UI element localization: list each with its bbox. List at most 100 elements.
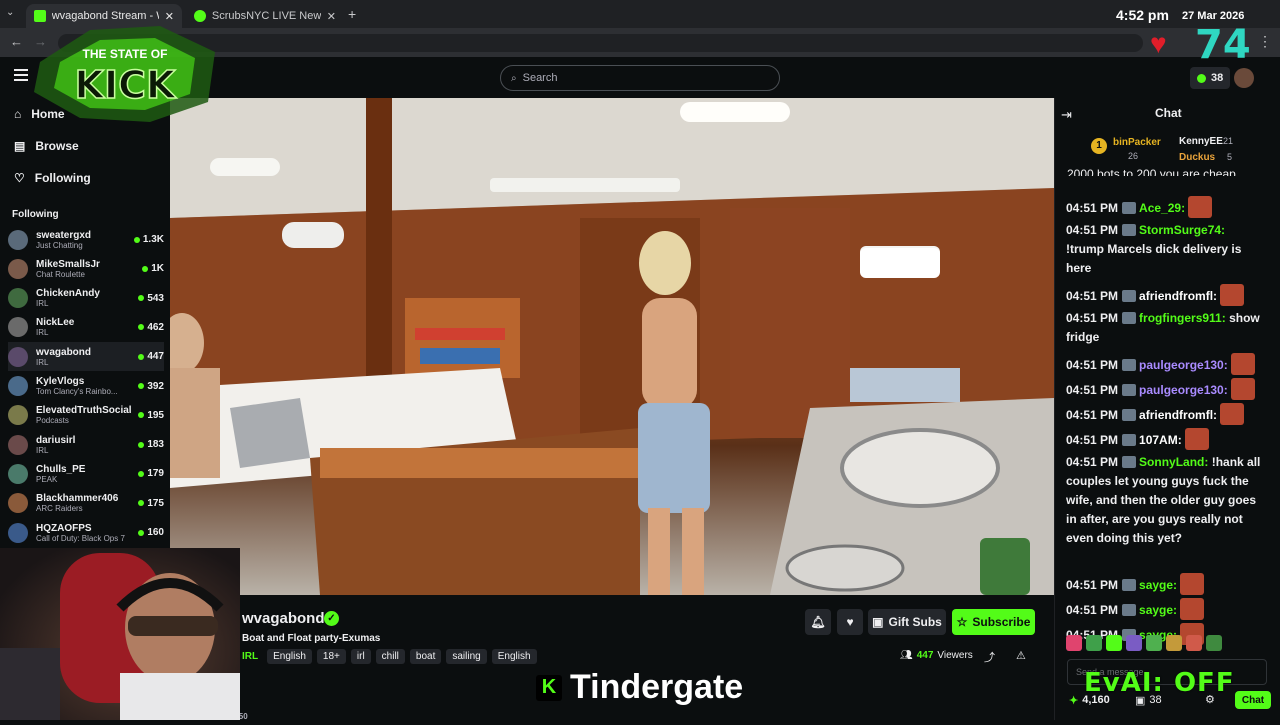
viewer-number: 543 <box>147 292 164 304</box>
user-badge-icon <box>1122 359 1137 371</box>
live-dot-icon <box>138 470 145 477</box>
chat-username[interactable]: SonnyLand: <box>1139 455 1208 469</box>
svg-text:THE STATE OF: THE STATE OF <box>83 47 168 61</box>
browser-menu-icon[interactable]: ⋮ <box>1258 33 1272 50</box>
following-item[interactable]: Blackhammer406 ARC Raiders 175 <box>8 489 164 518</box>
chat-username[interactable]: StormSurge74: <box>1139 223 1225 237</box>
emote-bar <box>1066 635 1222 651</box>
nav-following[interactable]: ♡ Following <box>14 171 91 185</box>
search-placeholder: Search <box>522 72 558 84</box>
emote-icon[interactable] <box>1126 635 1142 651</box>
chat-timestamp: 04:51 PM <box>1066 201 1119 215</box>
chat-message: 04:51 PM SonnyLand: !hank all couples let… <box>1066 453 1266 548</box>
kick-points-pill[interactable]: 38 <box>1190 67 1231 89</box>
url-field[interactable] <box>58 34 1143 52</box>
gifter-name[interactable]: Duckus <box>1179 152 1215 163</box>
emote-icon[interactable] <box>1206 635 1222 651</box>
following-item-text: HQZAOFPS Call of Duty: Black Ops 7 <box>36 523 138 543</box>
viewer-count: 1.3K <box>133 234 164 245</box>
viewer-number: 462 <box>147 321 164 333</box>
following-item[interactable]: Chulls_PE PEAK 179 <box>8 459 164 488</box>
heart-icon: ♡ <box>14 171 25 185</box>
avatar <box>8 434 28 455</box>
gift-subs-button[interactable]: ▣ Gift Subs <box>868 609 946 635</box>
video-player[interactable] <box>170 98 1054 595</box>
streamer-name[interactable]: wvagabond <box>242 610 325 627</box>
avatar <box>8 493 28 514</box>
following-item[interactable]: MikeSmallsJr Chat Roulette 1K <box>8 254 164 283</box>
tag-pill[interactable]: irl <box>350 649 371 664</box>
following-item[interactable]: ChickenAndy IRL 543 <box>8 284 164 313</box>
user-avatar[interactable] <box>1234 68 1254 88</box>
chat-username[interactable]: sayge: <box>1139 603 1177 617</box>
tab-close-icon[interactable]: ✕ <box>165 10 174 23</box>
tab-list-chevron-icon[interactable]: ⌄ <box>6 7 20 21</box>
chat-timestamp: 04:51 PM <box>1066 433 1119 447</box>
following-item[interactable]: HQZAOFPS Call of Duty: Black Ops 7 160 <box>8 518 164 547</box>
report-icon[interactable]: ⚠ <box>1016 649 1026 662</box>
tag-pill[interactable]: sailing <box>446 649 487 664</box>
subscribe-button[interactable]: ☆ Subscribe <box>952 609 1035 635</box>
following-item-text: ChickenAndy IRL <box>36 288 138 308</box>
viewer-number: 195 <box>147 409 164 421</box>
following-item[interactable]: dariusirl IRL 183 <box>8 430 164 459</box>
gifter-name[interactable]: KennyEE <box>1179 136 1223 147</box>
following-item[interactable]: sweatergxd Just Chatting 1.3K <box>8 225 164 254</box>
chat-username[interactable]: frogfingers911: <box>1139 311 1226 325</box>
following-item[interactable]: wvagabond IRL 447 <box>8 342 164 372</box>
follow-heart-button[interactable]: ♥ <box>837 609 863 635</box>
chat-username[interactable]: 107AM: <box>1139 433 1182 447</box>
viewer-count: 392 <box>138 381 164 392</box>
emote-icon <box>1180 598 1205 620</box>
category-link[interactable]: IRL <box>242 651 258 662</box>
back-arrow-icon[interactable]: ← <box>10 34 23 49</box>
home-icon: ⌂ <box>14 107 22 121</box>
new-tab-button[interactable]: + <box>348 6 356 22</box>
chat-message: 04:51 PM paulgeorge130: <box>1066 353 1266 375</box>
nav-browse[interactable]: ▤ Browse <box>14 139 79 153</box>
emote-icon[interactable] <box>1106 635 1122 651</box>
chat-username[interactable]: paulgeorge130: <box>1139 358 1228 372</box>
top-gifter-name[interactable]: binPacker <box>1113 137 1161 148</box>
tab-label: ScrubsNYC LIVE New York C <box>211 10 321 22</box>
emote-icon[interactable] <box>1146 635 1162 651</box>
following-item[interactable]: KyleVlogs Tom Clancy's Rainbo... 392 <box>8 372 164 401</box>
avatar <box>8 376 28 396</box>
chat-username[interactable]: paulgeorge130: <box>1139 383 1228 397</box>
following-item[interactable]: ElevatedTruthSocial Podcasts 195 <box>8 401 164 430</box>
chat-username[interactable]: sayge: <box>1139 578 1177 592</box>
chat-username[interactable]: Ace_29: <box>1139 201 1185 215</box>
chat-username[interactable]: afriendfromfl: <box>1139 408 1217 422</box>
channel-category: Tom Clancy's Rainbo... <box>36 387 118 396</box>
chat-message: 04:51 PM StormSurge74: !trump Marcels dic… <box>1066 221 1266 278</box>
search-input[interactable]: ⌕ Search <box>500 65 780 91</box>
share-icon[interactable]: ⤴ <box>984 649 995 665</box>
viewer-number: 392 <box>147 380 164 392</box>
emote-icon[interactable] <box>1086 635 1102 651</box>
emote-icon[interactable] <box>1066 635 1082 651</box>
following-item[interactable]: NickLee IRL 462 <box>8 313 164 342</box>
notification-bell-button[interactable]: 🔔︎ <box>805 609 831 635</box>
tag-pill[interactable]: English <box>267 649 312 664</box>
chat-username[interactable]: afriendfromfl: <box>1139 289 1217 303</box>
tab-close-icon[interactable]: ✕ <box>327 10 336 23</box>
live-dot-icon <box>138 295 145 302</box>
tag-pill[interactable]: chill <box>375 649 405 664</box>
chat-send-button[interactable]: Chat <box>1235 691 1271 709</box>
tag-pill[interactable]: 18+ <box>316 649 346 664</box>
viewer-count: 👥︎ 447 Viewers <box>900 650 973 661</box>
emote-icon[interactable] <box>1166 635 1182 651</box>
play-favicon-icon <box>194 10 206 22</box>
channel-name: wvagabond <box>36 346 92 358</box>
tag-pill[interactable]: boat <box>409 649 442 664</box>
channel-name: MikeSmallsJr <box>36 258 100 270</box>
tag-pill[interactable]: English <box>491 649 537 664</box>
channel-category: Just Chatting <box>36 240 83 250</box>
hamburger-menu-icon[interactable] <box>14 69 28 81</box>
live-dot-icon <box>138 529 145 536</box>
points-icon <box>1197 73 1206 83</box>
collapse-chat-icon[interactable]: ⇥ <box>1061 107 1072 123</box>
emote-icon[interactable] <box>1186 635 1202 651</box>
live-dot-icon <box>133 236 140 243</box>
channel-category: IRL <box>36 445 49 455</box>
